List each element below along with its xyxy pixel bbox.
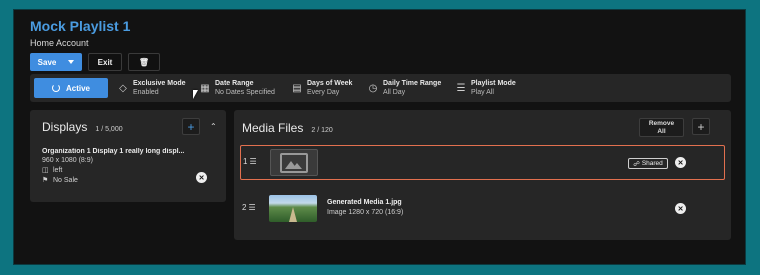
action-buttons: Save Exit 🗑 xyxy=(30,53,160,71)
display-resolution: 960 x 1080 (8:9) xyxy=(42,157,93,164)
drag-handle-icon[interactable]: ☰ xyxy=(248,203,255,212)
list-icon: ☰ xyxy=(456,83,466,94)
display-item[interactable]: Organization 1 Display 1 really long dis… xyxy=(42,148,192,184)
drag-handle-icon[interactable]: ☰ xyxy=(249,157,256,166)
clock-icon: ◷ xyxy=(368,83,378,94)
active-toggle-button[interactable]: Active xyxy=(34,78,108,98)
exit-button[interactable]: Exit xyxy=(88,53,122,71)
remove-all-button[interactable]: Remove All xyxy=(639,118,684,137)
setting-value: All Day xyxy=(383,89,406,96)
image-placeholder-icon xyxy=(270,149,318,176)
page-title: Mock Playlist 1 xyxy=(30,18,131,34)
display-sale: No Sale xyxy=(53,176,78,184)
plus-icon: + xyxy=(187,119,195,134)
media-row[interactable]: 1 ☰ ☍ Shared ✕ xyxy=(240,145,725,180)
calendar-icon: ▦ xyxy=(200,83,210,94)
add-display-button[interactable]: + xyxy=(182,118,200,135)
media-thumbnail xyxy=(269,195,317,222)
row-index: 1 xyxy=(243,157,248,166)
app-window: Mock Playlist 1 Home Account Save Exit 🗑… xyxy=(13,9,746,265)
chevron-up-icon[interactable]: ⌃ xyxy=(210,122,217,131)
calendar-week-icon: ▤ xyxy=(292,83,302,94)
close-icon: ✕ xyxy=(198,174,205,182)
setting-value: Play All xyxy=(471,89,494,96)
media-name: Generated Media 1.jpg xyxy=(327,199,402,206)
display-name: Organization 1 Display 1 really long dis… xyxy=(42,148,185,155)
delete-button[interactable]: 🗑 xyxy=(128,53,160,71)
remove-display-button[interactable]: ✕ xyxy=(196,172,207,183)
chevron-down-icon[interactable] xyxy=(68,60,75,64)
close-icon: ✕ xyxy=(677,205,684,213)
setting-value: Enabled xyxy=(133,89,159,96)
daily-time-range-setting[interactable]: ◷ Daily Time Range All Day xyxy=(368,80,442,96)
media-info: Image 1280 x 720 (16:9) xyxy=(327,209,404,216)
close-icon: ✕ xyxy=(677,159,684,167)
exclusive-mode-setting[interactable]: ◇ Exclusive Mode Enabled xyxy=(118,80,186,96)
share-icon: ☍ xyxy=(633,160,640,168)
mouse-cursor-icon xyxy=(193,90,198,99)
media-title: Media Files xyxy=(242,121,304,135)
trash-icon: 🗑 xyxy=(138,57,150,67)
setting-label: Playlist Mode xyxy=(471,80,516,87)
remove-media-button[interactable]: ✕ xyxy=(675,157,686,168)
media-files-panel: Media Files 2 / 120 Remove All + 1 ☰ ☍ S… xyxy=(234,110,731,240)
save-label: Save xyxy=(37,57,57,67)
displays-count: 1 / 5,000 xyxy=(95,126,123,133)
setting-label: Days of Week xyxy=(307,80,353,87)
setting-label: Daily Time Range xyxy=(383,80,442,87)
setting-value: Every Day xyxy=(307,89,340,96)
displays-panel: Displays 1 / 5,000 + ⌃ Organization 1 Di… xyxy=(30,110,226,202)
media-row[interactable]: 2 ☰ Generated Media 1.jpg Image 1280 x 7… xyxy=(240,192,725,224)
gem-icon: ◇ xyxy=(119,83,127,94)
displays-title: Displays xyxy=(42,120,88,134)
date-range-setting[interactable]: ▦ Date Range No Dates Specified xyxy=(200,80,275,96)
playlist-settings-bar: Active ◇ Exclusive Mode Enabled ▦ Date R… xyxy=(30,74,731,102)
media-count: 2 / 120 xyxy=(311,127,333,134)
tag-icon: ⚑ xyxy=(42,177,49,184)
power-icon xyxy=(51,84,60,92)
save-button[interactable]: Save xyxy=(30,53,82,71)
shared-badge: ☍ Shared xyxy=(628,158,668,169)
remove-all-label-line2: All xyxy=(657,128,666,135)
setting-label: Date Range xyxy=(215,80,254,87)
display-orientation: left xyxy=(53,166,63,174)
remove-media-button[interactable]: ✕ xyxy=(675,203,686,214)
active-label: Active xyxy=(65,83,90,93)
orientation-icon: ◫ xyxy=(42,167,49,174)
shared-label: Shared xyxy=(641,160,663,167)
setting-value: No Dates Specified xyxy=(215,89,275,96)
account-name: Home Account xyxy=(30,38,89,48)
remove-all-label-line1: Remove xyxy=(648,120,675,127)
setting-label: Exclusive Mode xyxy=(133,80,186,87)
playlist-mode-setting[interactable]: ☰ Playlist Mode Play All xyxy=(456,80,516,96)
row-index: 2 xyxy=(242,203,247,212)
days-of-week-setting[interactable]: ▤ Days of Week Every Day xyxy=(292,80,352,96)
add-media-button[interactable]: + xyxy=(692,118,710,135)
plus-icon: + xyxy=(697,119,705,134)
